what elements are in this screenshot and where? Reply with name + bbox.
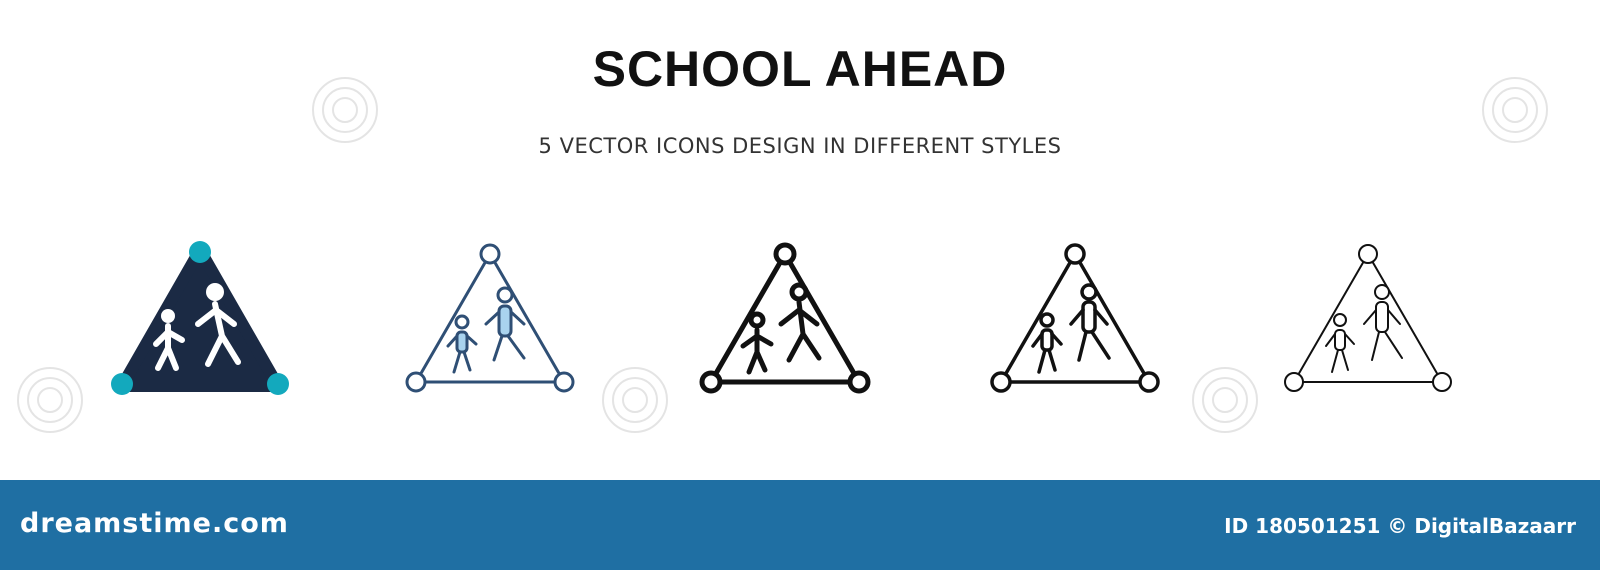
watermark-icon <box>1192 367 1258 433</box>
brand-logo[interactable]: dreamstime.com <box>20 508 289 539</box>
image-credit: ID 180501251 © DigitalBazaarr <box>1224 514 1576 538</box>
page-title: SCHOOL AHEAD <box>592 41 1008 97</box>
school-ahead-line-icon <box>990 243 1160 393</box>
school-ahead-filled-outline-icon <box>405 243 575 393</box>
footer-bar: dreamstime.com ID 180501251 © DigitalBaz… <box>0 480 1600 570</box>
school-ahead-glyph-icon <box>111 241 289 395</box>
watermark-icon <box>602 367 668 433</box>
school-ahead-thick-line-icon <box>699 242 871 394</box>
school-ahead-thin-line-icon <box>1284 244 1452 392</box>
watermark-icon <box>17 367 83 433</box>
page-subtitle: 5 VECTOR ICONS DESIGN IN DIFFERENT STYLE… <box>538 134 1062 158</box>
